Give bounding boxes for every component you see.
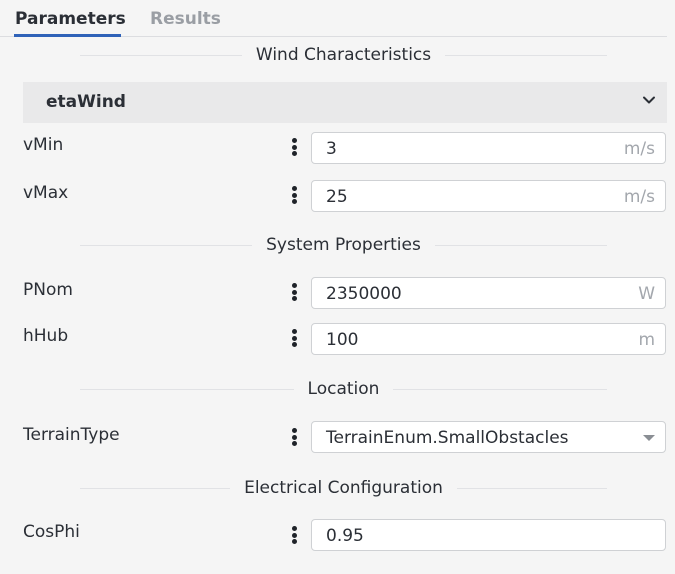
chevron-down-icon[interactable] — [641, 92, 657, 108]
active-tab-indicator — [14, 34, 121, 37]
divider — [393, 388, 607, 390]
vmax-input[interactable]: 25 m/s — [311, 180, 666, 212]
section-title: Location — [307, 379, 380, 399]
field-unit: m/s — [623, 139, 655, 159]
pnom-input[interactable]: 2350000 W — [311, 277, 666, 309]
more-options-icon[interactable] — [290, 185, 298, 205]
more-options-icon[interactable] — [290, 427, 298, 447]
select-value: TerrainEnum.SmallObstacles — [326, 428, 569, 448]
divider — [456, 487, 607, 489]
divider — [80, 487, 231, 489]
cosphi-input[interactable]: 0.95 — [311, 519, 666, 551]
param-label-cosphi: CosPhi — [23, 522, 80, 542]
field-value: 2350000 — [326, 284, 402, 304]
more-options-icon[interactable] — [290, 328, 298, 348]
tab-parameters[interactable]: Parameters — [15, 9, 126, 29]
section-title: System Properties — [266, 235, 421, 255]
more-options-icon[interactable] — [290, 137, 298, 157]
param-label-vmin: vMin — [23, 135, 64, 155]
terraintype-select[interactable]: TerrainEnum.SmallObstacles — [311, 421, 666, 453]
section-header-wind: Wind Characteristics — [80, 43, 608, 67]
field-value: 100 — [326, 330, 359, 350]
caret-down-icon — [643, 435, 655, 441]
param-label-terraintype: TerrainType — [23, 425, 120, 445]
tab-bar: Parameters Results — [0, 0, 675, 38]
more-options-icon[interactable] — [290, 282, 298, 302]
param-label-vmax: vMax — [23, 183, 69, 203]
field-value: 0.95 — [326, 526, 364, 546]
hhub-input[interactable]: 100 m — [311, 323, 666, 355]
divider — [80, 244, 253, 246]
vmin-input[interactable]: 3 m/s — [311, 132, 666, 164]
field-unit: m — [638, 330, 655, 350]
section-header-location: Location — [80, 377, 607, 401]
divider — [434, 244, 607, 246]
divider — [445, 54, 608, 56]
section-header-electrical: Electrical Configuration — [80, 476, 607, 500]
more-options-icon[interactable] — [290, 525, 298, 545]
etawind-dropdown[interactable]: etaWind — [23, 82, 667, 123]
field-value: 25 — [326, 187, 348, 207]
param-label-pnom: PNom — [23, 280, 73, 300]
dropdown-label: etaWind — [46, 92, 126, 112]
param-label-hhub: hHub — [23, 326, 69, 346]
tab-results[interactable]: Results — [150, 9, 221, 29]
section-title: Electrical Configuration — [244, 478, 443, 498]
divider — [80, 388, 294, 390]
divider — [80, 54, 242, 56]
field-unit: W — [638, 284, 655, 304]
field-value: 3 — [326, 139, 337, 159]
section-header-system: System Properties — [80, 233, 607, 257]
section-title: Wind Characteristics — [255, 45, 432, 65]
field-unit: m/s — [623, 187, 655, 207]
